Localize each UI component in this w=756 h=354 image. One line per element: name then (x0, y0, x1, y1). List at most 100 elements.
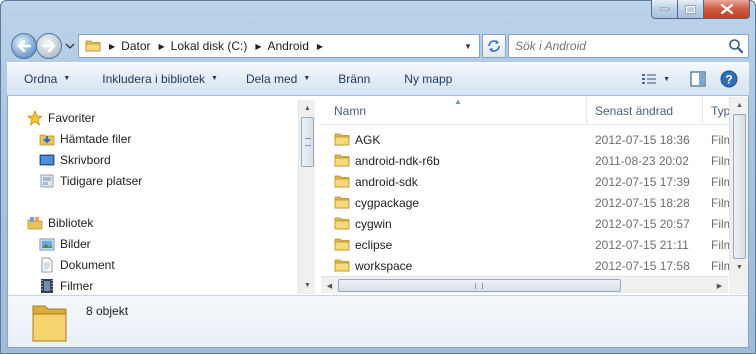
scroll-down-button[interactable]: ▼ (730, 259, 749, 276)
search-box[interactable] (508, 34, 749, 58)
details-pane: 8 objekt (8, 295, 748, 347)
item-count: 8 objekt (86, 304, 129, 318)
nav-item-documents[interactable]: Dokument (39, 255, 115, 275)
column-label: Typ (711, 104, 731, 118)
file-name: android-ndk-r6b (355, 153, 440, 168)
back-button[interactable] (11, 33, 37, 59)
share-label: Dela med (245, 71, 298, 86)
nav-item-libraries[interactable]: Bibliotek (27, 213, 93, 233)
file-date: 2012-07-15 18:28 (595, 195, 690, 210)
column-header-date[interactable]: Senast ändrad (587, 97, 703, 125)
folder-icon (334, 196, 350, 209)
file-name: android-sdk (355, 174, 418, 189)
close-button[interactable] (704, 0, 750, 19)
new-folder-button[interactable]: Ny mapp (395, 66, 461, 92)
folder-icon (334, 217, 350, 230)
nav-label: Filmer (60, 279, 94, 293)
organize-menu[interactable]: Ordna ▼ (15, 66, 79, 92)
navigation-bar: ▶ Dator ▶ Lokal disk (C:) ▶ Android ▶ ▼ (8, 30, 749, 60)
arrow-right-icon (42, 40, 56, 52)
chevron-right-icon[interactable]: ▶ (159, 42, 165, 51)
nav-item-downloads[interactable]: Hämtade filer (39, 129, 131, 149)
file-row[interactable]: eclipse 2012-07-15 21:11 Film (328, 234, 748, 255)
view-controls: ▼ ? (636, 62, 749, 96)
command-bar: Ordna ▼ Inkludera i bibliotek ▼ Dela med ▼ … (7, 62, 749, 96)
breadcrumb-item-android[interactable]: Android (268, 39, 309, 53)
nav-item-pictures[interactable]: Bilder (39, 234, 91, 254)
file-list-horizontal-scrollbar[interactable]: ◀ ▶ (321, 276, 728, 293)
recent-pages-dropdown[interactable] (65, 40, 75, 50)
burn-label: Bränn (338, 71, 371, 86)
maximize-button[interactable] (678, 0, 704, 19)
file-row[interactable]: AGK 2012-07-15 18:36 Film (328, 129, 748, 150)
nav-item-favorites[interactable]: Favoriter (27, 108, 95, 128)
address-bar[interactable]: ▶ Dator ▶ Lokal disk (C:) ▶ Android ▶ ▼ (78, 34, 480, 58)
file-row[interactable]: android-ndk-r6b 2011-08-23 20:02 Film (328, 150, 748, 171)
minimize-button[interactable] (651, 0, 678, 19)
nav-item-recent-places[interactable]: Tidigare platser (39, 171, 142, 191)
navigation-pane-scrollbar[interactable]: ▲ ▼ (298, 100, 315, 294)
scroll-up-button[interactable]: ▲ (730, 97, 749, 114)
refresh-icon (488, 40, 500, 52)
nav-label: Dokument (60, 258, 115, 272)
desktop-icon (39, 152, 55, 168)
caption-buttons (651, 0, 750, 19)
chevron-right-icon[interactable]: ▶ (317, 42, 323, 51)
scrollbar-thumb[interactable] (338, 279, 621, 292)
help-button[interactable]: ? (715, 66, 743, 92)
nav-label: Bibliotek (48, 216, 94, 230)
svg-text:?: ? (725, 73, 732, 87)
nav-item-videos[interactable]: Filmer (39, 276, 93, 295)
chevron-down-icon[interactable]: ▼ (663, 76, 670, 83)
file-name: eclipse (355, 237, 393, 252)
nav-label: Hämtade filer (60, 132, 132, 146)
file-row[interactable]: cygwin 2012-07-15 20:57 Film (328, 213, 748, 234)
search-input[interactable] (515, 39, 715, 53)
search-icon[interactable] (728, 38, 744, 54)
change-view-button[interactable]: ▼ (636, 66, 675, 92)
scroll-down-button[interactable]: ▼ (299, 277, 316, 294)
nav-label: Skrivbord (60, 153, 111, 167)
chevron-down-icon: ▼ (303, 75, 311, 82)
file-date: 2012-07-15 17:39 (595, 174, 690, 189)
share-with-menu[interactable]: Dela med ▼ (237, 66, 319, 92)
file-list-vertical-scrollbar[interactable]: ▲ ▼ (729, 97, 748, 276)
address-history-dropdown[interactable]: ▼ (459, 37, 477, 55)
arrow-left-icon (17, 40, 31, 52)
preview-pane-button[interactable] (685, 66, 711, 92)
include-label: Inkludera i bibliotek (102, 71, 206, 86)
scrollbar-thumb[interactable] (301, 117, 314, 167)
include-in-library-menu[interactable]: Inkludera i bibliotek ▼ (93, 66, 227, 92)
breadcrumb-item-local-disk[interactable]: Lokal disk (C:) (171, 39, 248, 53)
star-icon (27, 110, 43, 126)
nav-label: Favoriter (48, 111, 96, 125)
nav-item-desktop[interactable]: Skrivbord (39, 150, 111, 170)
libraries-icon (27, 215, 43, 231)
refresh-button[interactable] (482, 34, 506, 58)
folder-icon (334, 175, 350, 188)
pictures-icon (39, 236, 55, 252)
scrollbar-thumb[interactable] (733, 114, 746, 259)
scroll-right-button[interactable]: ▶ (711, 277, 728, 294)
nav-label: Bilder (60, 237, 91, 251)
file-row[interactable]: android-sdk 2012-07-15 17:39 Film (328, 171, 748, 192)
chevron-down-icon (65, 43, 75, 49)
column-header-name[interactable]: Namn (326, 97, 587, 125)
burn-button[interactable]: Bränn (329, 66, 379, 92)
nav-label: Tidigare platser (60, 174, 143, 188)
folder-icon (334, 238, 350, 251)
chevron-right-icon[interactable]: ▶ (109, 42, 115, 51)
scroll-left-button[interactable]: ◀ (321, 277, 338, 294)
maximize-icon (685, 4, 696, 14)
documents-icon (39, 257, 55, 273)
help-icon: ? (720, 70, 738, 88)
close-icon (720, 4, 733, 14)
file-row[interactable]: cygpackage 2012-07-15 18:28 Film (328, 192, 748, 213)
chevron-right-icon[interactable]: ▶ (255, 42, 261, 51)
column-label: Namn (334, 104, 367, 118)
scroll-up-button[interactable]: ▲ (299, 100, 316, 117)
forward-button[interactable] (36, 33, 62, 59)
file-name: AGK (355, 132, 381, 147)
breadcrumb-item-computer[interactable]: Dator (121, 39, 150, 53)
file-row[interactable]: workspace 2012-07-15 17:58 Film (328, 255, 748, 276)
